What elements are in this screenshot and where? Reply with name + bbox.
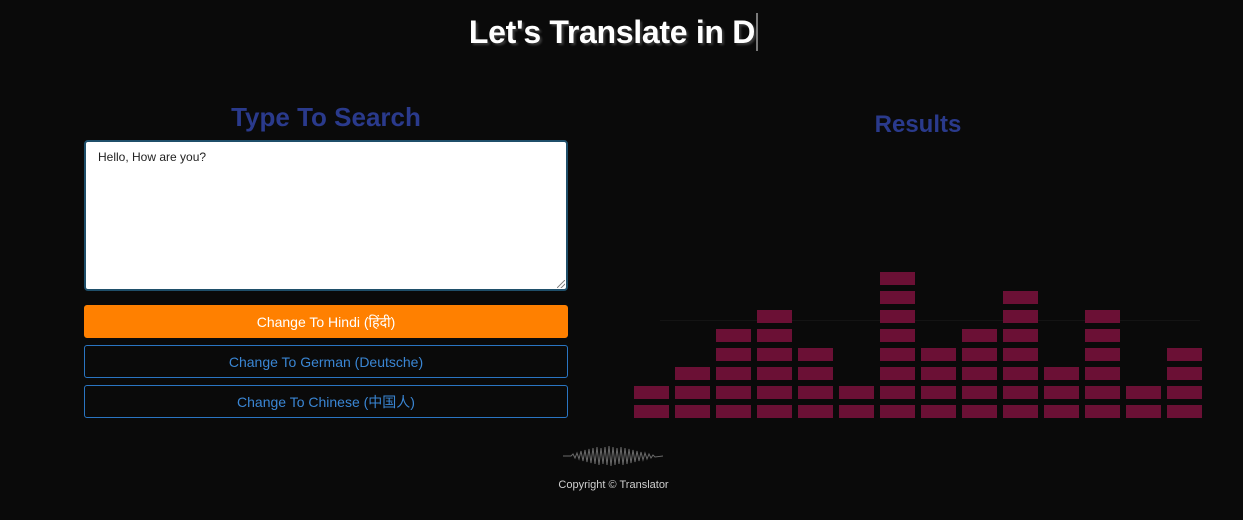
- equalizer-block: [839, 405, 874, 418]
- equalizer-block: [1085, 367, 1120, 380]
- equalizer-block: [921, 405, 956, 418]
- equalizer-block: [1085, 329, 1120, 342]
- equalizer-block: [675, 405, 710, 418]
- equalizer-block: [880, 405, 915, 418]
- footer-copyright: Copyright © Translator: [558, 479, 669, 491]
- equalizer-block: [880, 291, 915, 304]
- results-heading: Results: [874, 111, 962, 138]
- equalizer-block: [1085, 310, 1120, 323]
- equalizer-block: [1044, 367, 1079, 380]
- equalizer-block: [716, 405, 751, 418]
- equalizer-block: [757, 367, 792, 380]
- search-heading: Type To Search: [231, 102, 421, 132]
- equalizer-block: [1044, 405, 1079, 418]
- equalizer-block: [1085, 386, 1120, 399]
- equalizer-block: [1085, 405, 1120, 418]
- equalizer-block: [1167, 348, 1202, 361]
- equalizer-block: [839, 386, 874, 399]
- equalizer-block: [1167, 405, 1202, 418]
- equalizer-block: [921, 367, 956, 380]
- page-title: Let's Translate in D: [0, 12, 1227, 51]
- equalizer-block: [1126, 386, 1161, 399]
- equalizer-visualizer: [634, 260, 1204, 420]
- equalizer-block: [757, 405, 792, 418]
- equalizer-block: [716, 348, 751, 361]
- equalizer-block: [1167, 386, 1202, 399]
- equalizer-block: [1003, 348, 1038, 361]
- equalizer-block: [880, 329, 915, 342]
- change-to-chinese-button[interactable]: Change To Chinese (中国人): [84, 385, 568, 418]
- sound-wave-icon: [563, 445, 663, 467]
- equalizer-block: [716, 386, 751, 399]
- equalizer-block: [798, 367, 833, 380]
- equalizer-block: [962, 348, 997, 361]
- page-title-text: Let's Translate in D: [468, 14, 756, 50]
- equalizer-block: [1167, 367, 1202, 380]
- textarea-resize-handle[interactable]: [557, 280, 565, 288]
- equalizer-block: [921, 348, 956, 361]
- equalizer-block: [675, 386, 710, 399]
- equalizer-block: [921, 386, 956, 399]
- search-textarea[interactable]: Hello, How are you?: [84, 140, 568, 291]
- equalizer-block: [880, 386, 915, 399]
- equalizer-block: [962, 386, 997, 399]
- equalizer-block: [757, 348, 792, 361]
- equalizer-block: [1044, 386, 1079, 399]
- typing-caret: [756, 12, 759, 51]
- equalizer-block: [880, 367, 915, 380]
- translator-page: Let's Translate in D Type To Search Hell…: [0, 0, 1243, 520]
- equalizer-block: [757, 310, 792, 323]
- equalizer-block: [798, 348, 833, 361]
- equalizer-block: [675, 367, 710, 380]
- equalizer-block: [962, 329, 997, 342]
- equalizer-block: [880, 272, 915, 285]
- change-to-hindi-button[interactable]: Change To Hindi (हिंदी): [84, 305, 568, 338]
- equalizer-block: [1003, 329, 1038, 342]
- equalizer-block: [1003, 310, 1038, 323]
- equalizer-block: [1003, 367, 1038, 380]
- equalizer-block: [1003, 386, 1038, 399]
- equalizer-block: [798, 405, 833, 418]
- equalizer-block: [716, 367, 751, 380]
- equalizer-block: [1085, 348, 1120, 361]
- equalizer-block: [962, 405, 997, 418]
- equalizer-block: [1126, 405, 1161, 418]
- equalizer-block: [757, 386, 792, 399]
- equalizer-block: [1003, 405, 1038, 418]
- equalizer-block: [634, 405, 669, 418]
- equalizer-block: [962, 367, 997, 380]
- equalizer-block: [880, 310, 915, 323]
- equalizer-block: [716, 329, 751, 342]
- equalizer-block: [880, 348, 915, 361]
- equalizer-block: [798, 386, 833, 399]
- equalizer-block: [757, 329, 792, 342]
- equalizer-block: [634, 386, 669, 399]
- equalizer-block: [1003, 291, 1038, 304]
- change-to-german-button[interactable]: Change To German (Deutsche): [84, 345, 568, 378]
